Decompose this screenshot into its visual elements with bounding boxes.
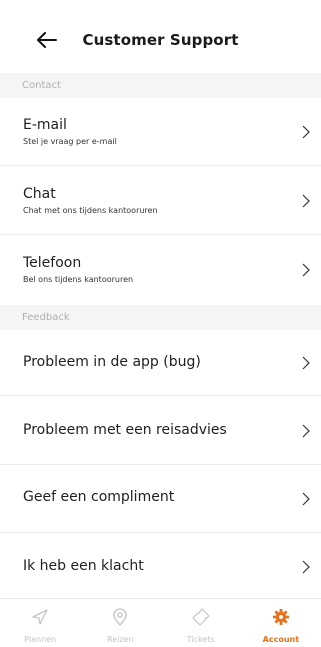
feedback-item-compliment[interactable]: Geef een compliment [0, 465, 321, 533]
chevron-right-icon [302, 125, 310, 139]
chevron-right-icon [302, 560, 310, 574]
contact-item-title: E-mail [23, 117, 67, 133]
feedback-item-bug[interactable]: Probleem in de app (bug) [0, 330, 321, 396]
feedback-item-travel-advice[interactable]: Probleem met een reisadvies [0, 396, 321, 465]
feedback-item-title: Probleem met een reisadvies [23, 422, 227, 438]
chevron-right-icon [302, 194, 310, 208]
nav-item-account[interactable]: Account [241, 599, 321, 647]
contact-item-title: Chat [23, 186, 56, 202]
nav-item-label: Plannen [24, 635, 57, 644]
header: Customer Support [0, 0, 321, 73]
location-pin-icon [113, 608, 128, 626]
feedback-item-title: Probleem in de app (bug) [23, 354, 201, 370]
feedback-item-title: Ik heb een klacht [23, 558, 144, 574]
contact-item-subtitle: Stel je vraag per e-mail [23, 137, 117, 146]
feedback-item-complaint[interactable]: Ik heb een klacht [0, 533, 321, 598]
nav-item-plannen[interactable]: Plannen [0, 599, 80, 647]
nav-item-tickets[interactable]: Tickets [161, 599, 241, 647]
section-header-feedback: Feedback [0, 305, 321, 330]
section-header-contact: Contact [0, 73, 321, 98]
chevron-right-icon [302, 356, 310, 370]
page-title: Customer Support [82, 31, 239, 49]
chevron-right-icon [302, 263, 310, 277]
contact-item-title: Telefoon [23, 255, 82, 271]
feedback-item-title: Geef een compliment [23, 489, 175, 505]
chevron-right-icon [302, 424, 310, 438]
contact-item-subtitle: Bel ons tijdens kantooruren [23, 275, 134, 284]
contact-item-chat[interactable]: Chat Chat met ons tijdens kantooruren [0, 166, 321, 235]
nav-item-label: Reizen [107, 635, 134, 644]
nav-item-reizen[interactable]: Reizen [80, 599, 160, 647]
ticket-icon [192, 608, 210, 626]
gear-icon [272, 609, 289, 625]
nav-item-label: Account [262, 635, 300, 644]
contact-item-subtitle: Chat met ons tijdens kantooruren [23, 206, 158, 215]
bottom-nav: Plannen Reizen Tickets Account [0, 598, 321, 647]
navigation-icon [32, 609, 48, 625]
contact-item-phone[interactable]: Telefoon Bel ons tijdens kantooruren [0, 235, 321, 305]
chevron-right-icon [302, 492, 310, 506]
nav-item-label: Tickets [186, 635, 215, 644]
contact-item-email[interactable]: E-mail Stel je vraag per e-mail [0, 98, 321, 166]
